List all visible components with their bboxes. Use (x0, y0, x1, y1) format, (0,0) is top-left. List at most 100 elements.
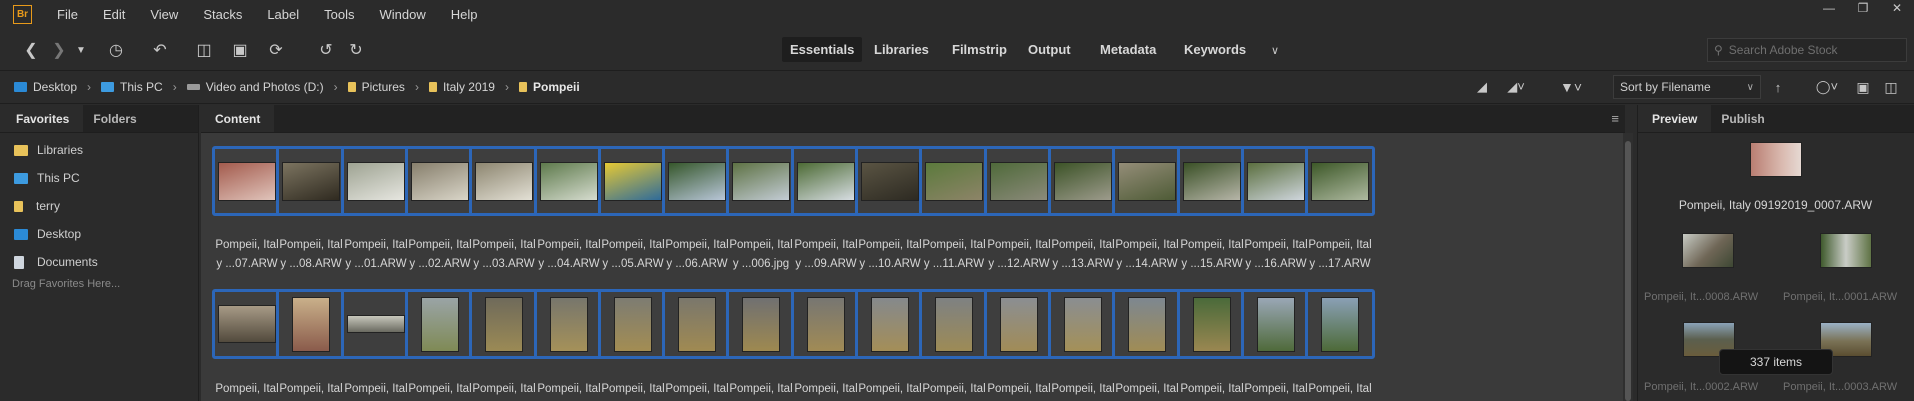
thumbnail[interactable] (276, 146, 346, 216)
workspace-keywords[interactable]: Keywords (1176, 37, 1254, 62)
workspace-libraries[interactable]: Libraries (866, 37, 937, 62)
thumbnail[interactable] (534, 146, 604, 216)
thumbnail[interactable] (662, 289, 732, 359)
thumbnail[interactable] (855, 289, 925, 359)
workspace-more-icon[interactable]: ∨ (1268, 39, 1282, 61)
thumbnail[interactable] (1048, 289, 1118, 359)
thumbnail[interactable] (1241, 289, 1311, 359)
thumbnail[interactable] (598, 289, 668, 359)
panel-menu-icon[interactable]: ≡ (1611, 111, 1619, 126)
thumbnail-image (732, 161, 790, 201)
thumbnail[interactable] (212, 146, 282, 216)
menu-view[interactable]: View (150, 7, 178, 22)
thumbnail[interactable] (1177, 146, 1247, 216)
thumbnail[interactable] (405, 146, 475, 216)
camera-raw-icon[interactable]: ⟳ (266, 39, 286, 61)
breadcrumb-italy-2019[interactable]: Italy 2019 › (428, 80, 509, 94)
breadcrumb-pictures[interactable]: Pictures › (347, 80, 419, 94)
tab-favorites[interactable]: Favorites (0, 105, 84, 132)
thumbnail[interactable] (855, 146, 925, 216)
camera-icon[interactable]: ◫ (193, 39, 215, 61)
thumbnail[interactable] (469, 289, 539, 359)
thumbnail[interactable] (341, 146, 411, 216)
workspace-essentials[interactable]: Essentials (782, 37, 863, 62)
search-stock-input[interactable]: ⚲ Search Adobe Stock (1707, 38, 1907, 62)
tab-publish[interactable]: Publish (1711, 105, 1774, 132)
thumbnail[interactable] (1112, 289, 1182, 359)
favorite-documents[interactable]: Documents (0, 248, 198, 276)
tab-folders[interactable]: Folders (83, 105, 146, 132)
thumbnail[interactable] (791, 146, 861, 216)
rotate-left-icon[interactable]: ↺ (316, 39, 336, 61)
tab-preview[interactable]: Preview (1638, 105, 1712, 132)
content-scrollbar[interactable] (1623, 133, 1633, 401)
thumbnail[interactable] (276, 289, 346, 359)
thumbnail[interactable] (984, 289, 1054, 359)
sort-select[interactable]: Sort by Filename ∨ (1613, 75, 1761, 99)
favorite-desktop[interactable]: Desktop (0, 220, 198, 248)
thumbnail[interactable] (1241, 146, 1311, 216)
thumbnail[interactable] (726, 289, 796, 359)
thumbnail-image (614, 296, 652, 352)
thumbnail[interactable] (919, 289, 989, 359)
thumbnail[interactable] (212, 289, 282, 359)
menu-label[interactable]: Label (267, 7, 299, 22)
tab-content[interactable]: Content (201, 105, 275, 132)
breadcrumb-drive[interactable]: Video and Photos (D:) › (186, 80, 338, 94)
close-icon[interactable]: ✕ (1880, 0, 1914, 16)
thumbnail[interactable] (1177, 289, 1247, 359)
back-icon[interactable]: ❮ (22, 39, 40, 61)
forward-icon[interactable]: ❯ (50, 39, 68, 61)
menu-stacks[interactable]: Stacks (203, 7, 242, 22)
thumbnail[interactable] (984, 146, 1054, 216)
scrollbar-thumb[interactable] (1625, 141, 1631, 401)
favorite-libraries[interactable]: Libraries (0, 136, 198, 164)
thumbnail[interactable] (598, 146, 668, 216)
breadcrumb-this-pc[interactable]: This PC › (101, 80, 177, 94)
sort-ascending-icon[interactable]: ↑ (1771, 76, 1785, 98)
thumbnail[interactable] (919, 146, 989, 216)
thumbnail[interactable] (1048, 146, 1118, 216)
preview-image[interactable] (1750, 142, 1802, 177)
breadcrumb-separator-icon: › (504, 80, 509, 94)
quality-icon[interactable]: ◢ (1472, 76, 1492, 98)
minimize-icon[interactable]: — (1812, 0, 1846, 16)
breadcrumb-pompeii[interactable]: Pompeii (518, 80, 580, 94)
thumbnail[interactable] (469, 146, 539, 216)
menu-help[interactable]: Help (451, 7, 478, 22)
breadcrumb-desktop[interactable]: Desktop › (14, 80, 91, 94)
favorite-terry[interactable]: terry (0, 192, 198, 220)
thumbnail[interactable] (341, 289, 411, 359)
favorite-this-pc[interactable]: This PC (0, 164, 198, 192)
thumbnail[interactable] (405, 289, 475, 359)
workspace-output[interactable]: Output (1020, 37, 1079, 62)
rating-filter-icon[interactable]: ◢˅ (1500, 76, 1532, 98)
restore-icon[interactable]: ❐ (1846, 0, 1880, 16)
thumbnail-image (1128, 296, 1166, 352)
new-folder-options-icon[interactable]: ◯˅ (1812, 76, 1842, 98)
menu-window[interactable]: Window (380, 7, 426, 22)
menu-edit[interactable]: Edit (103, 7, 125, 22)
thumbnail[interactable] (791, 289, 861, 359)
thumbnail[interactable] (726, 146, 796, 216)
thumbnail[interactable] (662, 146, 732, 216)
menu-tools[interactable]: Tools (324, 7, 354, 22)
workspace-metadata[interactable]: Metadata (1092, 37, 1164, 62)
folder-icon[interactable]: ▣ (1854, 76, 1872, 98)
stack-thumbnail[interactable] (1682, 233, 1734, 268)
recent-icon[interactable]: ◷ (104, 39, 128, 61)
trash-icon[interactable]: ◫ (1882, 76, 1900, 98)
filter-icon[interactable]: ▼˅ (1555, 76, 1587, 98)
stack-thumbnail[interactable] (1820, 233, 1872, 268)
workspace-filmstrip[interactable]: Filmstrip (944, 37, 1015, 62)
menu-file[interactable]: File (57, 7, 78, 22)
rotate-right-icon[interactable]: ↻ (346, 39, 366, 61)
thumbnail[interactable] (1305, 289, 1375, 359)
refine-icon[interactable]: ▣ (225, 39, 255, 61)
thumbnail[interactable] (534, 289, 604, 359)
thumbnail[interactable] (1112, 146, 1182, 216)
stack-caption: Pompeii, It...0003.ARW (1783, 381, 1898, 393)
boomerang-icon[interactable]: ↶ (150, 39, 170, 61)
chevron-down-icon[interactable]: ▼ (75, 39, 87, 61)
thumbnail[interactable] (1305, 146, 1375, 216)
